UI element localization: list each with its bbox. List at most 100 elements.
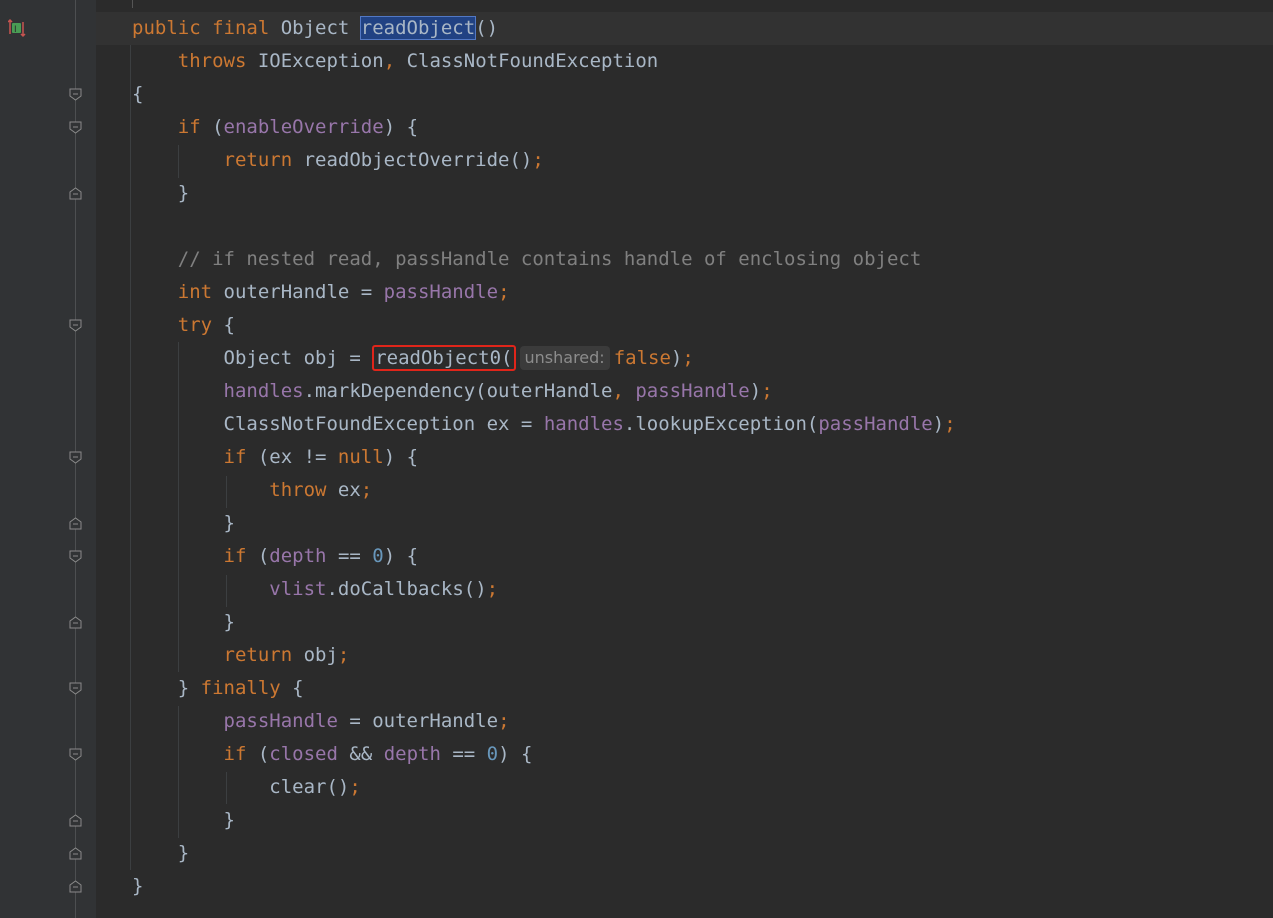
code-line[interactable]: int outerHandle = passHandle; — [132, 276, 510, 309]
fold-close-icon[interactable] — [69, 847, 82, 860]
fold-open-icon[interactable] — [69, 88, 82, 101]
code-line[interactable]: } — [132, 837, 189, 870]
code-line[interactable]: } — [132, 804, 235, 837]
code-token: 0 — [372, 545, 384, 567]
code-token: ) { — [383, 116, 419, 138]
code-token: == — [326, 545, 373, 567]
fold-close-icon[interactable] — [69, 814, 82, 827]
code-token: ; — [486, 578, 499, 600]
code-line[interactable]: } — [132, 606, 235, 639]
code-token: if — [132, 446, 258, 468]
code-line[interactable]: Object obj = readObject0(unshared: false)… — [132, 342, 694, 375]
fold-close-icon[interactable] — [69, 517, 82, 530]
code-line[interactable]: { — [132, 78, 143, 111]
code-line[interactable]: // if nested read, passHandle contains h… — [132, 243, 922, 276]
code-token: // if nested read, passHandle contains h… — [132, 248, 922, 270]
fold-open-icon[interactable] — [69, 451, 82, 464]
code-token: vlist — [269, 578, 327, 600]
code-token: passHandle — [223, 710, 338, 732]
code-line[interactable]: passHandle = outerHandle; — [132, 705, 510, 738]
code-token: .markDependency(outerHandle — [303, 380, 613, 402]
code-line[interactable]: } — [132, 870, 143, 903]
code-token: outerHandle = — [223, 281, 384, 303]
code-token: ; — [498, 710, 510, 732]
code-line[interactable]: if (closed && depth == 0) { — [132, 738, 533, 771]
code-token: return — [132, 149, 304, 171]
highlighted-call: readObject0( — [372, 345, 516, 371]
code-line[interactable]: if (enableOverride) { — [132, 111, 418, 144]
code-token: } — [132, 842, 190, 864]
code-token: handles — [223, 380, 304, 402]
code-line[interactable]: } finally { — [132, 672, 304, 705]
code-token: } — [132, 611, 235, 633]
code-token: throw — [132, 479, 338, 501]
code-token: enableOverride — [223, 116, 384, 138]
code-editor[interactable]: public final Object readObject() throws … — [96, 0, 1273, 918]
code-token: ) — [932, 413, 945, 435]
code-token: throws — [132, 50, 258, 72]
code-token: ; — [360, 479, 373, 501]
code-token: ( — [257, 743, 270, 765]
code-token: ; — [498, 281, 510, 303]
fold-open-icon[interactable] — [69, 550, 82, 563]
code-token: try — [132, 314, 224, 336]
code-line[interactable]: ClassNotFoundException ex = handles.look… — [132, 408, 956, 441]
code-token: readObjectOverride() — [303, 149, 533, 171]
code-line[interactable]: handles.markDependency(outerHandle, pass… — [132, 375, 773, 408]
fold-open-icon[interactable] — [69, 319, 82, 332]
code-line[interactable]: } — [132, 507, 235, 540]
code-token: { — [223, 314, 235, 336]
code-token: return — [132, 644, 304, 666]
code-line[interactable]: try { — [132, 309, 235, 342]
code-line[interactable]: return obj; — [132, 639, 350, 672]
code-token: ; — [682, 347, 694, 369]
code-line[interactable]: throws IOException, ClassNotFoundExcepti… — [132, 45, 659, 78]
code-line[interactable]: } — [132, 177, 189, 210]
code-token: } — [132, 809, 235, 831]
code-line[interactable]: clear(); — [132, 771, 361, 804]
code-line[interactable]: public final Object readObject() — [132, 12, 498, 45]
code-token: (ex != — [257, 446, 338, 468]
code-token: == — [440, 743, 487, 765]
code-token: ) { — [383, 446, 419, 468]
code-line[interactable]: throw ex; — [132, 474, 372, 507]
code-token: ) — [670, 347, 683, 369]
code-token: ClassNotFoundException — [406, 50, 659, 72]
code-token: = outerHandle — [337, 710, 499, 732]
code-token: , — [383, 50, 407, 72]
code-token: int — [132, 281, 224, 303]
code-token: false — [613, 347, 671, 369]
code-token: if — [132, 545, 258, 567]
fold-open-icon[interactable] — [69, 682, 82, 695]
fold-open-icon[interactable] — [69, 121, 82, 134]
code-token: closed — [269, 743, 338, 765]
code-token: { — [132, 83, 144, 105]
code-token: handles — [543, 413, 624, 435]
code-token: finally — [200, 677, 293, 699]
indent-guide — [130, 45, 131, 870]
code-token: && — [337, 743, 384, 765]
code-token: { — [292, 677, 304, 699]
code-token: } — [132, 512, 235, 534]
fold-open-icon[interactable] — [69, 748, 82, 761]
code-token: ( — [257, 545, 270, 567]
code-token: depth — [269, 545, 327, 567]
parameter-hint: unshared: — [519, 346, 610, 370]
fold-close-icon[interactable] — [69, 616, 82, 629]
fold-close-icon[interactable] — [69, 880, 82, 893]
code-token: } — [132, 182, 190, 204]
implementing-method-icon[interactable]: I — [7, 18, 26, 38]
code-line[interactable]: if (depth == 0) { — [132, 540, 419, 573]
code-line[interactable]: return readObjectOverride(); — [132, 144, 544, 177]
code-line[interactable]: if (ex != null) { — [132, 441, 419, 474]
code-line[interactable]: vlist.doCallbacks(); — [132, 573, 498, 606]
code-token: passHandle — [818, 413, 933, 435]
code-token: ; — [532, 149, 544, 171]
editor-gutter: I — [0, 0, 96, 918]
fold-close-icon[interactable] — [69, 187, 82, 200]
code-token: () — [475, 17, 499, 39]
code-token: , — [612, 380, 636, 402]
